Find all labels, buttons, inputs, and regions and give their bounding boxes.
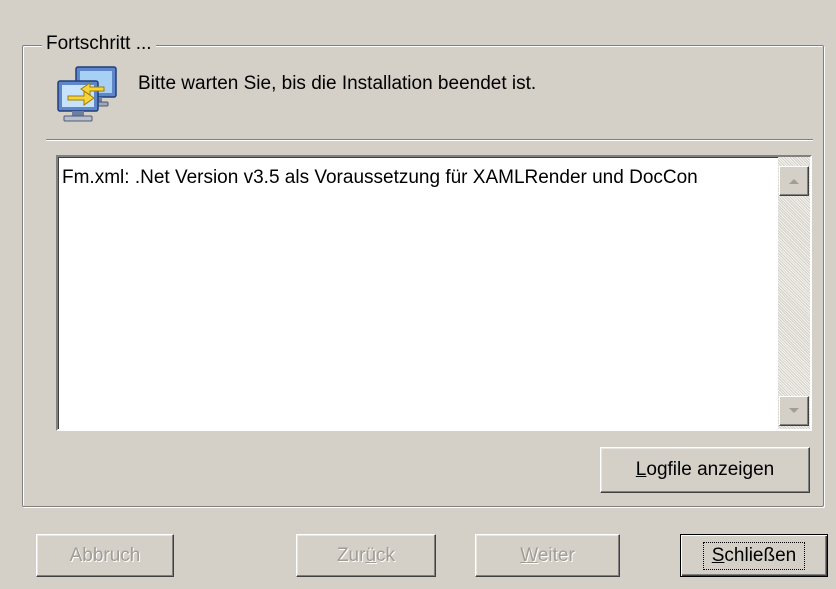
back-button[interactable]: Zurück <box>296 534 436 577</box>
log-line[interactable]: Fm.xml: .Net Version v3.5 als Voraussetz… <box>62 166 772 190</box>
next-button[interactable]: Weiter <box>475 534 620 577</box>
scroll-up-button[interactable] <box>779 166 809 196</box>
arrow-down-icon <box>789 408 799 413</box>
close-button[interactable]: Schließen <box>680 534 828 577</box>
status-message: Bitte warten Sie, bis die Installation b… <box>138 73 537 94</box>
cancel-button[interactable]: Abbruch <box>36 534 174 577</box>
show-logfile-label: Logfile anzeigen <box>635 459 775 480</box>
separator-line <box>46 139 813 141</box>
groupbox-title: Fortschritt ... <box>42 32 156 56</box>
arrow-up-icon <box>789 179 799 184</box>
scroll-down-button[interactable] <box>779 396 809 426</box>
back-label: Zurück <box>336 544 396 566</box>
next-label: Weiter <box>520 544 575 566</box>
cancel-label: Abbruch <box>69 544 141 566</box>
vertical-scrollbar[interactable] <box>778 157 810 429</box>
install-monitors-icon <box>54 65 120 129</box>
close-label: Schließen <box>702 541 806 570</box>
show-logfile-button[interactable]: Logfile anzeigen <box>600 447 810 493</box>
log-listbox[interactable]: Fm.xml: .Net Version v3.5 als Voraussetz… <box>56 155 812 431</box>
